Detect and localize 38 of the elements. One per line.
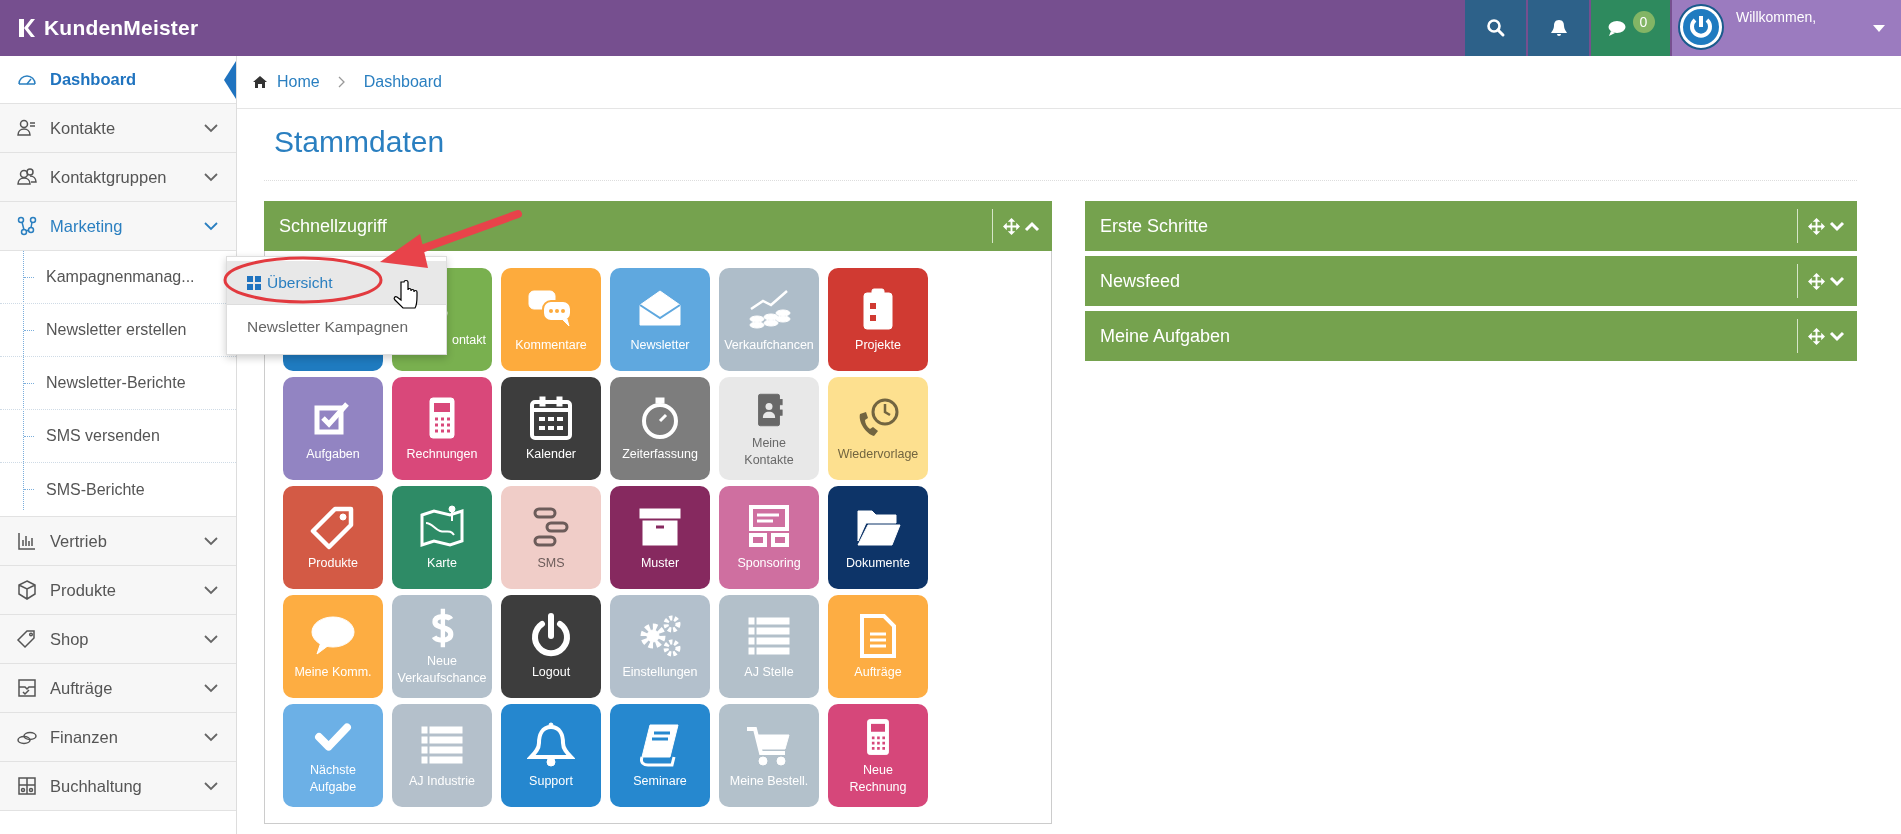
menu-item-label: Newsletter Kampagnen xyxy=(247,317,409,336)
tile-label: Meine Komm. xyxy=(294,664,372,681)
tile-label: AJ Industrie xyxy=(409,773,475,790)
tile-label: Einstellungen xyxy=(622,664,698,681)
tile-label: Projekte xyxy=(855,337,901,354)
panel-title: Erste Schritte xyxy=(1099,215,1210,237)
welcome-text: Willkommen, xyxy=(1736,9,1818,25)
tile-label: AJ Stelle xyxy=(744,664,794,681)
tile-label: Verkaufchancen xyxy=(724,337,814,354)
tile-label: Sponsoring xyxy=(737,555,801,572)
tile-label: Neue Verkaufschance xyxy=(397,652,487,687)
logo-text: KundenMeister xyxy=(44,16,199,40)
tile-label: Neue Rechnung xyxy=(849,761,907,796)
tile-label: Produkte xyxy=(308,555,358,572)
tile-label: ontakt xyxy=(451,332,486,349)
tile-label: Rechnungen xyxy=(406,446,478,463)
tile-label: Meine Kontakte xyxy=(744,434,794,469)
tile-label: Seminare xyxy=(633,773,687,790)
tile-label: Aufgaben xyxy=(306,446,360,463)
tile-label: Wiedervorlage xyxy=(837,446,919,463)
tile-label: SMS xyxy=(537,555,565,572)
tile-label: Kalender xyxy=(525,446,576,463)
tile-label: Newsletter xyxy=(630,337,690,354)
tile-label: Karte xyxy=(427,555,457,572)
panel-title: Newsfeed xyxy=(1099,270,1182,292)
tile-label: Aufträge xyxy=(854,664,902,681)
panel-title: Schnellzugriff xyxy=(278,215,388,237)
tile-label: Logout xyxy=(531,664,571,681)
tile-label: Kommentare xyxy=(515,337,587,354)
tile-label: Support xyxy=(529,773,573,790)
tile-label: Dokumente xyxy=(846,555,910,572)
tile-label: Muster xyxy=(640,555,680,572)
tile-label: Meine Bestell. xyxy=(729,773,809,790)
page-title: Stammdaten xyxy=(273,124,446,160)
tile-label: Zeiterfassung xyxy=(622,446,698,463)
menu-item-label: Übersicht xyxy=(267,273,333,292)
tile-label: Nächste Aufgabe xyxy=(309,761,357,796)
panel-title: Meine Aufgaben xyxy=(1099,325,1232,347)
